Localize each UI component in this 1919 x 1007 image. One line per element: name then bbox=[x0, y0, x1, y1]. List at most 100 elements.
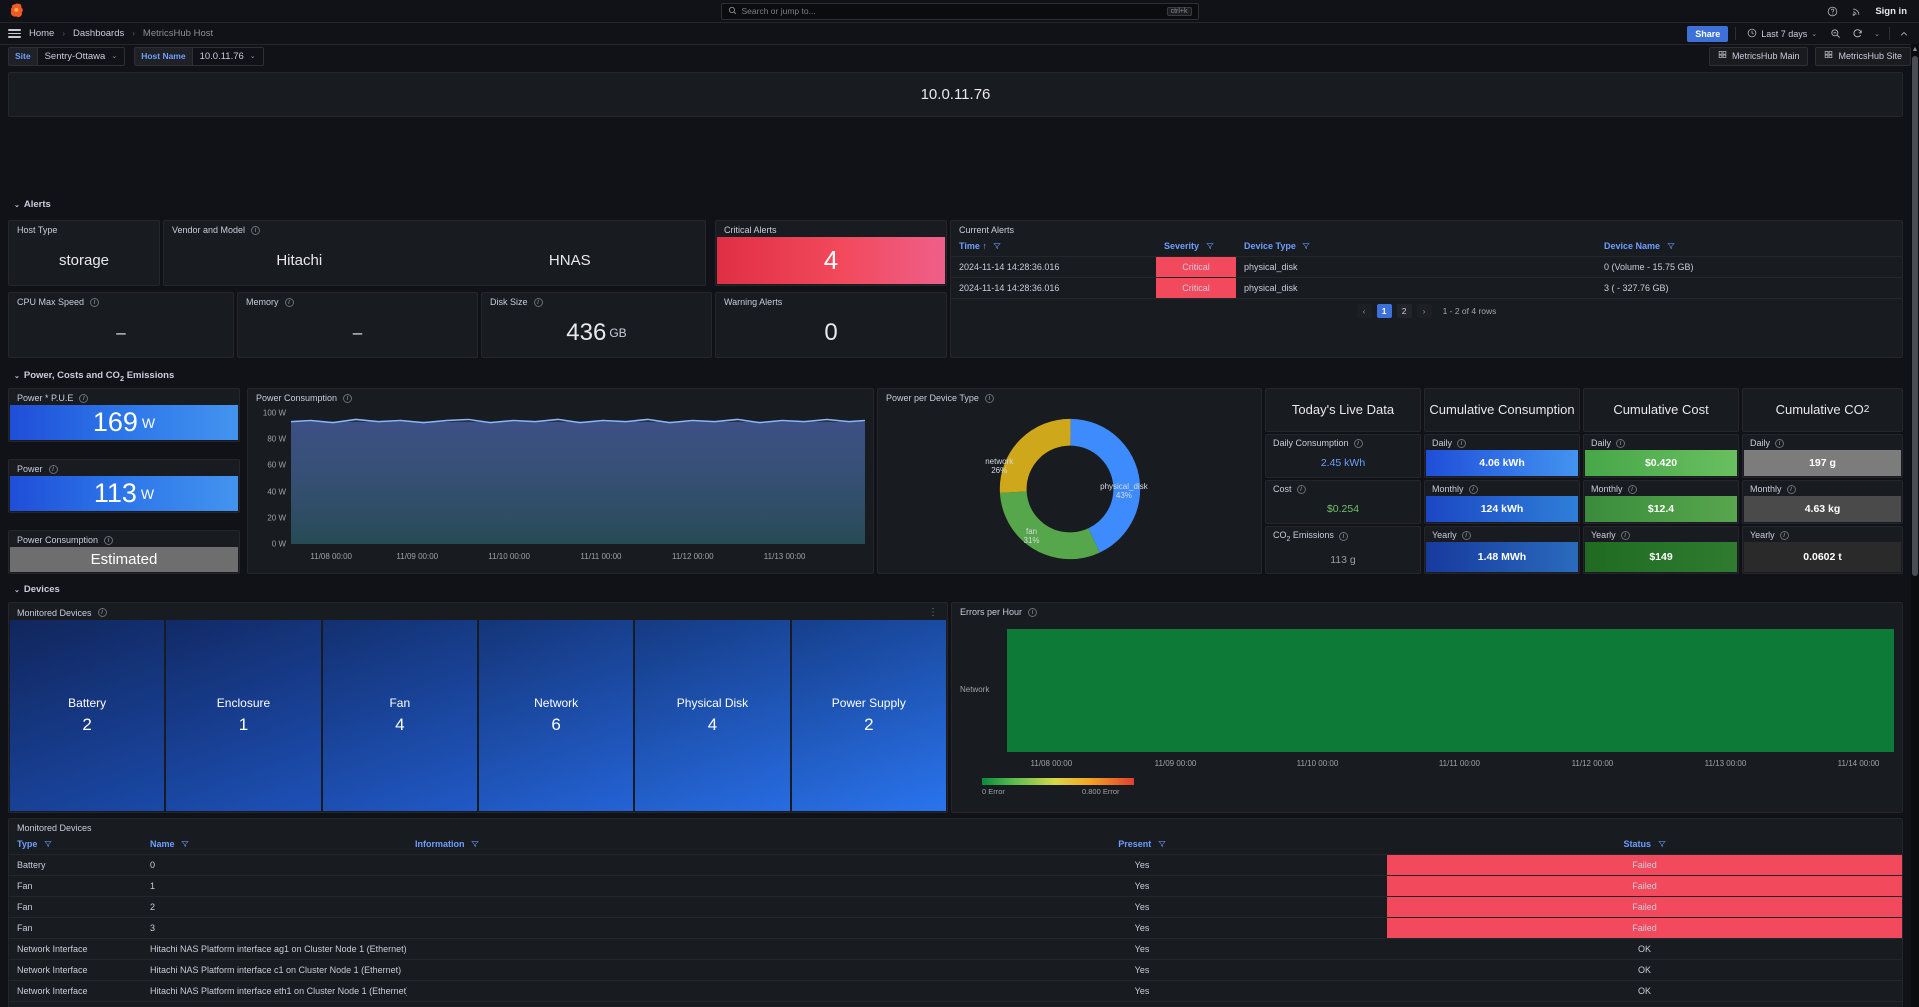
refresh-button[interactable] bbox=[1850, 28, 1865, 39]
pagination-next-button[interactable]: › bbox=[1417, 304, 1432, 318]
panel-header: Monthly i bbox=[1425, 481, 1579, 496]
filter-icon[interactable] bbox=[993, 242, 1001, 252]
scroll-up-arrow-icon[interactable]: ▲ bbox=[1911, 44, 1919, 55]
info-icon[interactable]: i bbox=[1787, 485, 1796, 494]
info-icon[interactable]: i bbox=[343, 394, 352, 403]
timeseries-plot-area[interactable]: 100 W 80 W 60 W 40 W 20 W 0 W 11/08 00:0… bbox=[248, 405, 873, 572]
pagination-prev-button[interactable]: ‹ bbox=[1357, 304, 1372, 318]
breadcrumb-dashboards[interactable]: Dashboards bbox=[73, 28, 124, 39]
x-tick: 11/12 00:00 bbox=[1572, 759, 1614, 768]
help-circle-icon[interactable] bbox=[1827, 6, 1838, 17]
heatmap-area[interactable]: Network 11/08 00:00 11/09 00:00 11/10 00… bbox=[952, 619, 1902, 811]
column-header-name[interactable]: Name bbox=[142, 835, 407, 855]
info-icon[interactable]: i bbox=[1339, 532, 1348, 541]
grafana-logo-icon[interactable] bbox=[8, 2, 26, 20]
dashboard-link-metricshub-main[interactable]: MetricsHub Main bbox=[1709, 47, 1809, 66]
dashboard-link-metricshub-site[interactable]: MetricsHub Site bbox=[1815, 47, 1911, 66]
row-header-alerts[interactable]: ⌄ Alerts bbox=[14, 199, 51, 210]
column-header-status[interactable]: Status bbox=[1387, 835, 1902, 855]
zoom-out-button[interactable] bbox=[1828, 28, 1843, 39]
donut-chart-area[interactable]: physical_disk 43% fan 31% network 26% bbox=[878, 405, 1261, 572]
filter-icon[interactable] bbox=[1158, 840, 1166, 850]
info-icon[interactable]: i bbox=[1621, 531, 1630, 540]
info-icon[interactable]: i bbox=[1462, 531, 1471, 540]
panel-title: Power Consumption bbox=[17, 535, 98, 545]
info-icon[interactable]: i bbox=[1616, 439, 1625, 448]
rss-icon[interactable] bbox=[1851, 6, 1862, 17]
filter-icon[interactable] bbox=[1658, 840, 1666, 850]
info-icon[interactable]: i bbox=[1457, 439, 1466, 448]
info-icon[interactable]: i bbox=[90, 298, 99, 307]
info-icon[interactable]: i bbox=[1354, 439, 1363, 448]
cell-name: 2 bbox=[142, 897, 407, 918]
menu-toggle-button[interactable] bbox=[8, 29, 21, 38]
table-row[interactable]: Network Interface Hitachi NAS Platform i… bbox=[9, 939, 1902, 960]
info-icon[interactable]: i bbox=[985, 394, 994, 403]
pagination-page-2[interactable]: 2 bbox=[1397, 304, 1412, 318]
device-tile-physical-disk[interactable]: Physical Disk 4 bbox=[635, 620, 789, 811]
todays-live-data-title: Today's Live Data bbox=[1266, 389, 1420, 431]
info-icon[interactable]: i bbox=[285, 298, 294, 307]
refresh-interval-dropdown[interactable]: ⌄ bbox=[1872, 30, 1882, 38]
sign-in-button[interactable]: Sign in bbox=[1875, 6, 1907, 17]
info-icon[interactable]: i bbox=[1297, 485, 1306, 494]
device-tile-battery[interactable]: Battery 2 bbox=[10, 620, 164, 811]
time-range-picker[interactable]: Last 7 days ⌄ bbox=[1743, 27, 1821, 41]
sort-asc-icon: ↑ bbox=[982, 241, 987, 251]
info-icon[interactable]: i bbox=[1028, 608, 1037, 617]
info-icon[interactable]: i bbox=[1469, 485, 1478, 494]
info-icon[interactable]: i bbox=[1780, 531, 1789, 540]
x-tick: 11/08 00:00 bbox=[310, 552, 352, 561]
row-header-power[interactable]: ⌄ Power, Costs and CO2 Emissions bbox=[14, 370, 174, 383]
share-button[interactable]: Share bbox=[1687, 26, 1728, 42]
table-row[interactable]: Network Interface Hitachi NAS Platform i… bbox=[9, 960, 1902, 981]
device-tile-power-supply[interactable]: Power Supply 2 bbox=[792, 620, 946, 811]
table-row[interactable]: Fan 2 Yes Failed bbox=[9, 897, 1902, 918]
table-row[interactable]: 2024-11-14 14:28:36.016 Critical physica… bbox=[951, 278, 1902, 299]
scrollbar-thumb[interactable] bbox=[1912, 56, 1918, 576]
panel-cpu-max-speed: CPU Max Speed i – bbox=[8, 292, 234, 358]
breadcrumb-home[interactable]: Home bbox=[29, 28, 54, 39]
info-icon[interactable]: i bbox=[79, 394, 88, 403]
row-header-devices[interactable]: ⌄ Devices bbox=[14, 584, 60, 595]
filter-icon[interactable] bbox=[471, 840, 479, 850]
collapse-toolbar-button[interactable] bbox=[1897, 29, 1911, 39]
column-header-type[interactable]: Type bbox=[9, 835, 142, 855]
table-row[interactable]: Battery 0 Yes Failed bbox=[9, 855, 1902, 876]
column-header-severity[interactable]: Severity bbox=[1156, 237, 1236, 257]
column-header-time[interactable]: Time ↑ bbox=[951, 237, 1156, 257]
filter-icon[interactable] bbox=[1206, 242, 1214, 252]
panel-menu-button[interactable]: ⋮ bbox=[928, 607, 939, 618]
filter-icon[interactable] bbox=[1302, 242, 1310, 252]
heatmap-row-network[interactable] bbox=[1007, 629, 1894, 752]
column-header-device-name[interactable]: Device Name bbox=[1596, 237, 1902, 257]
donut-label-physical-disk: physical_disk 43% bbox=[1100, 482, 1148, 500]
info-icon[interactable]: i bbox=[251, 226, 260, 235]
filter-icon[interactable] bbox=[44, 840, 52, 850]
cell-status: OK bbox=[1387, 960, 1902, 981]
search-input[interactable]: Search or jump to... ctrl+k bbox=[721, 3, 1199, 20]
variable-site-select[interactable]: Sentry-Ottawa ⌄ bbox=[37, 47, 126, 66]
page-scrollbar[interactable]: ▲ bbox=[1911, 44, 1919, 1007]
column-header-information[interactable]: Information bbox=[407, 835, 897, 855]
info-icon[interactable]: i bbox=[1628, 485, 1637, 494]
column-header-present[interactable]: Present bbox=[897, 835, 1387, 855]
filter-icon[interactable] bbox=[181, 840, 189, 850]
column-header-device-type[interactable]: Device Type bbox=[1236, 237, 1596, 257]
info-icon[interactable]: i bbox=[98, 608, 107, 617]
cum-cost-yearly-value: $149 bbox=[1585, 542, 1737, 572]
info-icon[interactable]: i bbox=[1775, 439, 1784, 448]
pagination-page-1[interactable]: 1 bbox=[1377, 304, 1392, 318]
filter-icon[interactable] bbox=[1667, 242, 1675, 252]
info-icon[interactable]: i bbox=[104, 536, 113, 545]
table-row[interactable]: Fan 1 Yes Failed bbox=[9, 876, 1902, 897]
device-tile-enclosure[interactable]: Enclosure 1 bbox=[166, 620, 320, 811]
device-tile-network[interactable]: Network 6 bbox=[479, 620, 633, 811]
table-row[interactable]: Network Interface Hitachi NAS Platform i… bbox=[9, 981, 1902, 1002]
info-icon[interactable]: i bbox=[534, 298, 543, 307]
table-row[interactable]: Fan 3 Yes Failed bbox=[9, 918, 1902, 939]
table-row[interactable]: 2024-11-14 14:28:36.016 Critical physica… bbox=[951, 257, 1902, 278]
device-tile-fan[interactable]: Fan 4 bbox=[323, 620, 477, 811]
variable-host-name-select[interactable]: 10.0.11.76 ⌄ bbox=[192, 47, 264, 66]
info-icon[interactable]: i bbox=[49, 465, 58, 474]
